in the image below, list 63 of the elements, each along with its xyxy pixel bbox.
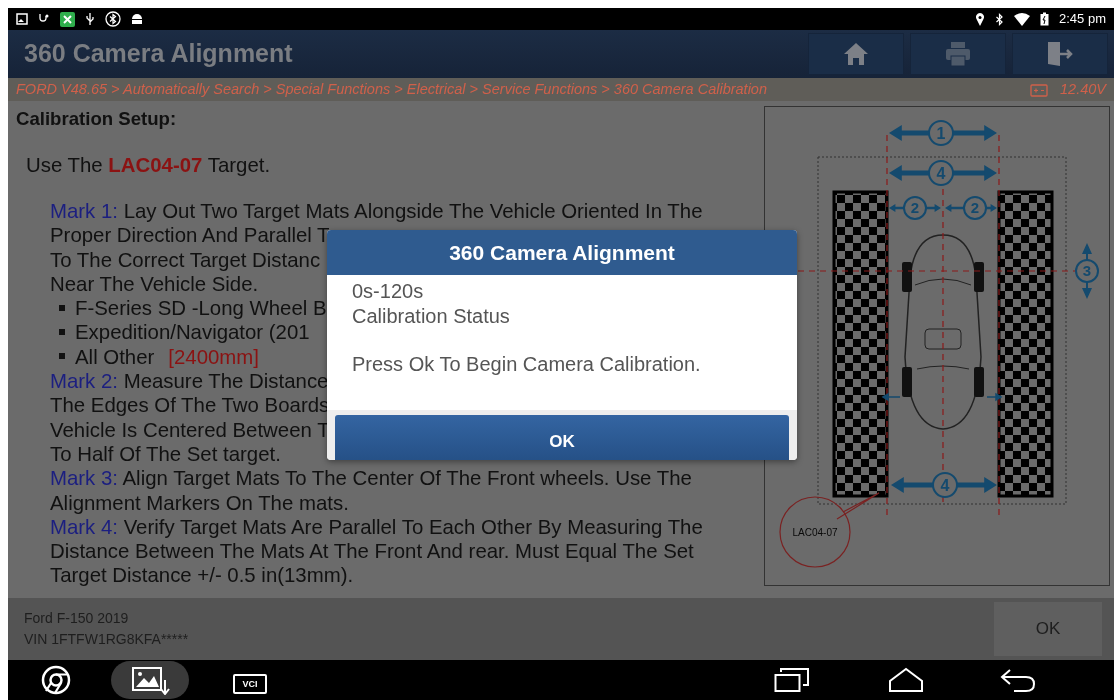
list-item-text: All Other: [75, 345, 155, 368]
instruction-text: Alignment Markers On The mats.: [50, 491, 349, 514]
bluetooth-icon: [105, 11, 121, 27]
instruction-text: Distance Between The Mats At The Front And rear. Must Equal The Set: [50, 540, 694, 563]
dialog-title: 360 Camera Alignment: [327, 230, 797, 275]
distance-value: [2400mm]: [168, 345, 259, 368]
bullet-icon: [59, 329, 65, 336]
list-item-text: Expedition/Navigator (201: [75, 321, 310, 344]
battery-icon: [1040, 12, 1049, 26]
breadcrumb-path: FORD V48.65 > Automatically Search > Special Functions > Electrical > Service Functions > 360 Camera Calibration: [16, 79, 768, 99]
dialog-text: 0s-120s: [352, 280, 424, 302]
browser-button[interactable]: [41, 665, 71, 695]
gallery-icon: [130, 665, 170, 695]
browser-icon: [41, 665, 71, 695]
bullet-icon: [59, 304, 65, 311]
dialog-text: Calibration Status: [352, 304, 510, 327]
number-marker: 2: [963, 196, 987, 220]
number-marker: 3: [1075, 259, 1099, 283]
gallery-button[interactable]: [111, 661, 189, 699]
instruction-text: Mark 1: Lay Out Two Target Mats Alongside The Vehicle Oriented In The: [50, 200, 703, 222]
android-icon: [131, 12, 143, 26]
printer-icon: [945, 41, 971, 67]
bullet-icon: [59, 353, 65, 360]
location-icon: [975, 12, 985, 26]
status-time: 2:45 pm: [1059, 10, 1106, 29]
back-button[interactable]: [1000, 667, 1036, 693]
instruction-text: To Half Of The Set target.: [50, 442, 281, 465]
number-marker: 2: [903, 196, 927, 220]
instruction-text: Mark 4: Verify Target Mats Are Parallel To Each Other By Measuring The: [50, 515, 703, 538]
section-heading: Calibration Setup:: [16, 107, 178, 131]
number-marker: 4: [932, 472, 958, 498]
ok-button[interactable]: OK: [335, 415, 789, 460]
instruction-text: Mark 2: Measure The Distance: [50, 370, 329, 393]
instruction-text: Near The Vehicle Side.: [50, 272, 259, 295]
instruction-text: Proper Direction And Parallel T: [50, 224, 330, 247]
recent-apps-icon: [774, 667, 810, 693]
target-label: LAC04-07: [792, 527, 838, 538]
recent-apps-button[interactable]: [774, 667, 810, 693]
wifi-icon: [1014, 12, 1030, 26]
number-marker: 4: [928, 160, 954, 186]
home-icon: [843, 42, 869, 66]
dialog-message: Press Ok To Begin Camera Calibration.: [352, 353, 701, 375]
double-arrow: [945, 204, 997, 212]
number-marker: 1: [928, 120, 954, 146]
list-item-text: F-Series SD -Long Wheel B: [75, 297, 327, 320]
stethoscope-icon: [38, 13, 50, 25]
back-icon: [1000, 667, 1036, 693]
battery-icon: [1030, 82, 1049, 97]
home-icon: [888, 667, 924, 693]
image-icon: [16, 13, 28, 25]
instruction-text: Target Distance +/- 0.5 in(13mm).: [50, 564, 354, 587]
instruction-text: Use The LAC04-07 Target.: [26, 153, 271, 177]
app-title: 360 Camera Alignment: [23, 38, 294, 70]
bluetooth-icon: [995, 12, 1004, 26]
vci-button[interactable]: VCI: [233, 674, 267, 694]
instruction-text: The Edges Of The Two Boards: [50, 394, 330, 417]
instruction-text: To The Correct Target Distanc: [50, 248, 321, 271]
app-icon: [60, 11, 75, 27]
usb-icon: [85, 12, 95, 26]
exit-door-icon: [1046, 41, 1074, 67]
voltage-reading: 12.40V: [1060, 79, 1106, 99]
instruction-text: Mark 3: Align Target Mats To The Center Of The Front wheels. Use The: [50, 467, 692, 490]
exit-button[interactable]: [1012, 33, 1108, 75]
